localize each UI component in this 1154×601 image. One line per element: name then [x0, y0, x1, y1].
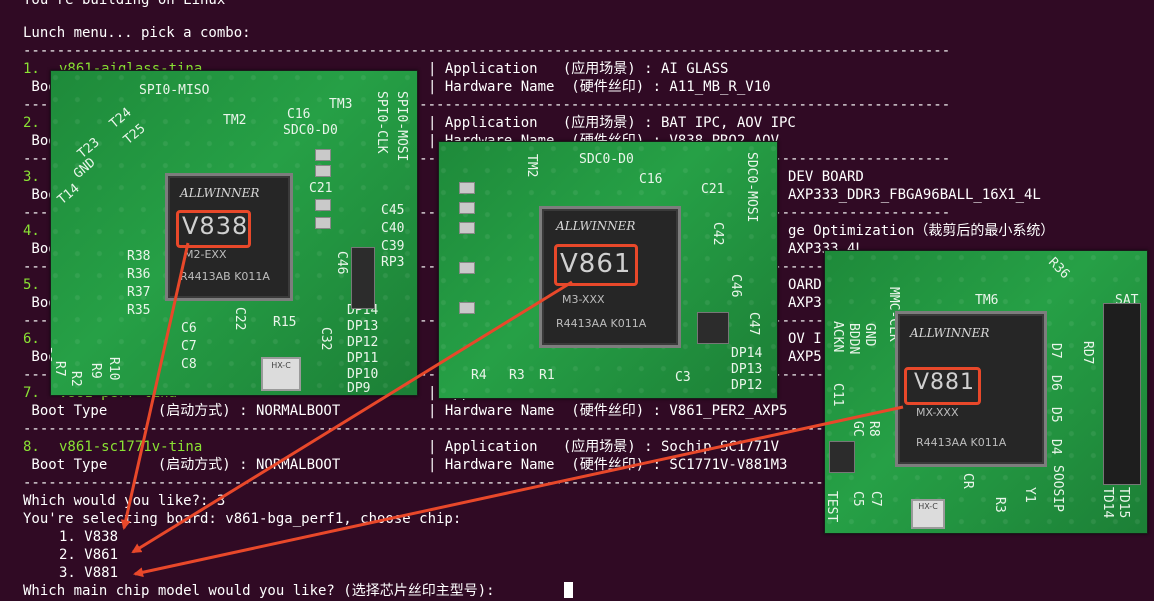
arrow-v881: [133, 405, 904, 578]
arrow-v838: [120, 242, 190, 530]
arrow-v861: [131, 280, 573, 554]
annotation-arrows: [120, 242, 904, 578]
